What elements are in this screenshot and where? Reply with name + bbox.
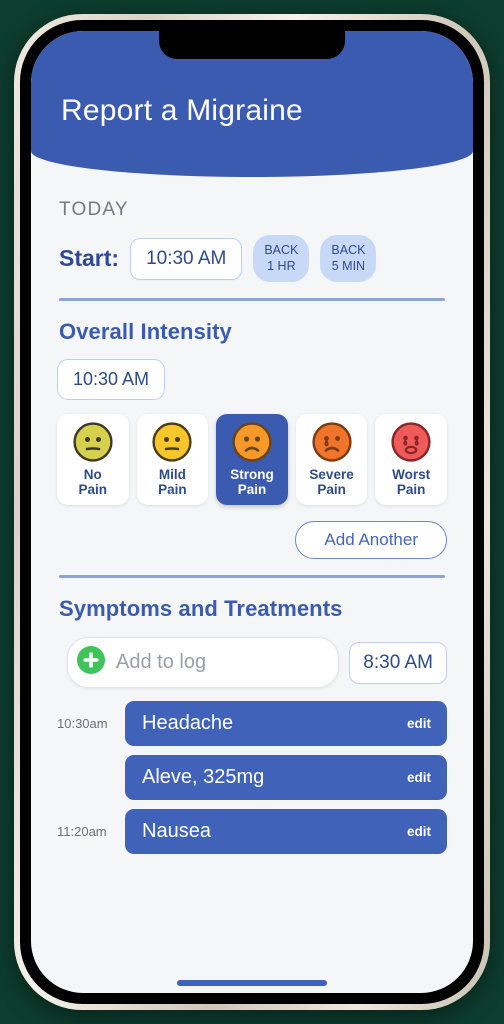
- log-entry-edit-button[interactable]: edit: [407, 716, 431, 731]
- pain-option-label-line2: Pain: [158, 482, 187, 498]
- log-entry[interactable]: Aleve, 325mg edit: [125, 755, 447, 801]
- add-another-row: Add Another: [57, 521, 447, 560]
- pain-option-label-line1: Severe: [309, 467, 354, 483]
- start-time-field[interactable]: 10:30 AM: [130, 237, 243, 280]
- add-to-log-input[interactable]: Add to log: [67, 637, 340, 689]
- pain-option-label: No Pain: [59, 467, 127, 497]
- pain-option-label-line1: Mild: [158, 467, 186, 483]
- pain-option-label: Severe Pain: [298, 467, 366, 497]
- start-label: Start:: [59, 245, 120, 272]
- face-cry-icon: [377, 421, 445, 463]
- log-row: 11:20am Nausea edit: [57, 809, 447, 855]
- log-row: Aleve, 325mg edit: [57, 755, 447, 801]
- phone-frame: Report a Migraine TODAY Start: 10:30 AM …: [14, 14, 490, 1010]
- app-header: Report a Migraine: [31, 31, 473, 177]
- pain-option-mild[interactable]: Mild Pain: [136, 414, 209, 506]
- face-neutral-icon: [139, 421, 207, 463]
- home-indicator: [177, 980, 327, 986]
- pain-option-label: Strong Pain: [218, 467, 286, 497]
- intensity-time-field[interactable]: 10:30 AM: [57, 359, 166, 401]
- add-log-row: Add to log 8:30 AM: [57, 637, 447, 689]
- plus-circle-icon[interactable]: [76, 645, 106, 680]
- pain-option-strong[interactable]: Strong Pain: [216, 414, 288, 506]
- log-entry-label: Nausea: [142, 820, 211, 843]
- divider-top: [59, 298, 445, 302]
- pain-option-label: Worst Pain: [377, 467, 445, 497]
- overall-intensity-title: Overall Intensity: [59, 319, 232, 345]
- phone-bezel: Report a Migraine TODAY Start: 10:30 AM …: [20, 20, 484, 1004]
- log-time-field[interactable]: 8:30 AM: [349, 641, 447, 684]
- back-5min-line2: 5 MIN: [331, 258, 366, 273]
- pain-option-label-line1: Strong: [230, 467, 274, 483]
- add-to-log-placeholder: Add to log: [116, 651, 207, 674]
- log-entry-edit-button[interactable]: edit: [407, 824, 431, 839]
- log-row-time: 10:30am: [57, 716, 108, 732]
- log-entry-edit-button[interactable]: edit: [407, 770, 431, 785]
- pain-option-label-line2: Pain: [317, 482, 346, 498]
- log-entry[interactable]: Headache edit: [125, 701, 447, 747]
- face-tear-icon: [298, 421, 366, 463]
- log-row: 10:30am Headache edit: [57, 701, 447, 747]
- pain-option-no[interactable]: No Pain: [57, 414, 129, 506]
- pain-option-label-line1: No: [83, 467, 102, 483]
- log-entry-label: Aleve, 325mg: [142, 766, 265, 789]
- pain-option-label-line2: Pain: [396, 482, 426, 498]
- pain-option-worst[interactable]: Worst Pain: [375, 414, 447, 506]
- symptoms-title: Symptoms and Treatments: [59, 596, 343, 622]
- back-5min-button[interactable]: BACK 5 MIN: [320, 235, 377, 283]
- pain-scale: No Pain Mild Pain Strong Pain Severe Pain Worst P…: [57, 414, 447, 506]
- page-title: Report a Migraine: [61, 94, 303, 127]
- device-notch: [159, 31, 345, 59]
- phone-screen: Report a Migraine TODAY Start: 10:30 AM …: [31, 31, 473, 993]
- divider-bottom: [59, 575, 445, 579]
- pain-option-label-line2: Pain: [237, 482, 267, 498]
- log-entry[interactable]: Nausea edit: [125, 809, 447, 855]
- face-neutral-icon: [59, 421, 127, 463]
- app-body: TODAY Start: 10:30 AM BACK 1 HR BACK 5 M…: [31, 199, 473, 855]
- log-list: 10:30am Headache edit Aleve, 325mg edit 11:20…: [57, 701, 447, 855]
- back-1hr-line2: 1 HR: [267, 258, 296, 273]
- intensity-time-wrap: 10:30 AM: [57, 359, 447, 401]
- pain-option-label: Mild Pain: [139, 467, 207, 497]
- face-frown-icon: [218, 421, 286, 463]
- pain-option-severe[interactable]: Severe Pain: [295, 414, 368, 506]
- pain-option-label-line1: Worst: [392, 467, 431, 483]
- back-1hr-button[interactable]: BACK 1 HR: [253, 235, 310, 283]
- start-row: Start: 10:30 AM BACK 1 HR BACK 5 MIN: [57, 235, 447, 283]
- back-1hr-line1: BACK: [264, 243, 299, 257]
- add-another-button[interactable]: Add Another: [295, 521, 447, 560]
- log-entry-label: Headache: [142, 712, 234, 735]
- log-row-time: 11:20am: [57, 824, 107, 840]
- back-5min-line1: BACK: [331, 243, 366, 257]
- pain-option-label-line2: Pain: [78, 482, 108, 498]
- today-label: TODAY: [59, 199, 129, 220]
